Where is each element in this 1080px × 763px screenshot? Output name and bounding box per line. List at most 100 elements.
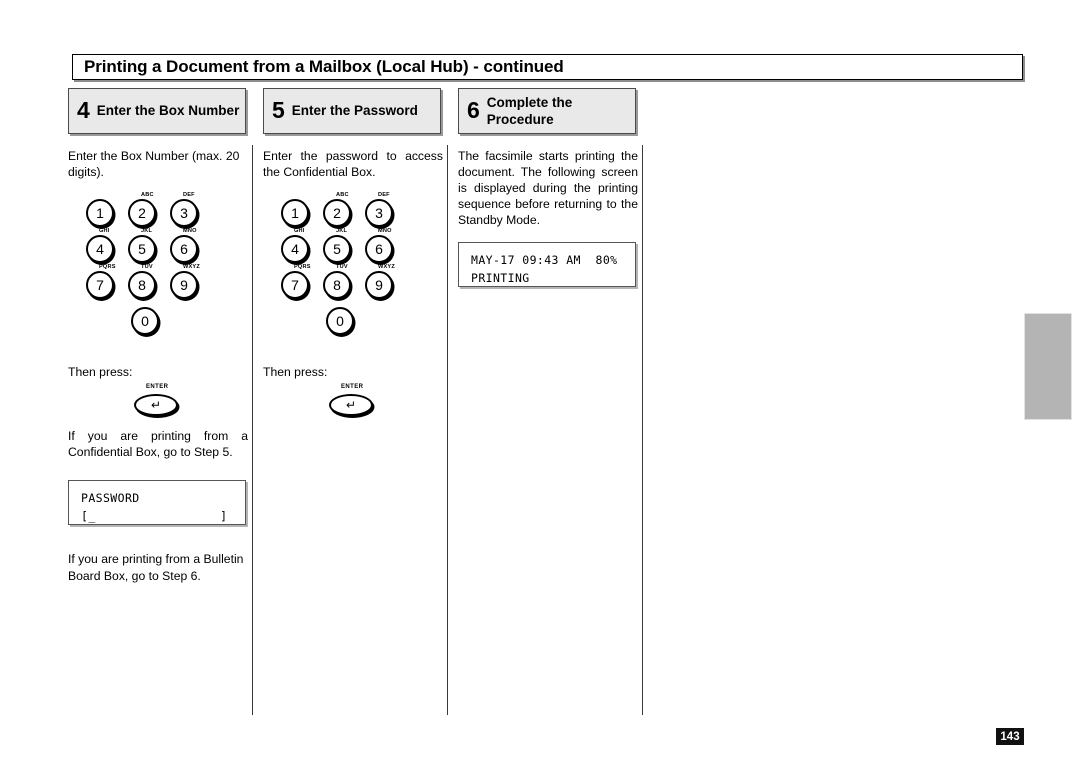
keypad-key-6-digit: 6 <box>170 235 198 264</box>
keypad-key-9[interactable]: WXYZ 9 <box>365 264 399 300</box>
step-number-6: 6 <box>467 97 480 123</box>
numeric-keypad-step5[interactable]: 1 ABC 2 DEF 3 GHI 4 JKL 5 MNO 6 PQRS 7 T… <box>281 192 407 336</box>
keypad-key-6-letters: MNO <box>183 228 197 235</box>
step-5-then-press-label: Then press: <box>263 365 328 380</box>
enter-key-group-step4: ENTER ↵ <box>68 384 248 428</box>
keypad-key-4-digit: 4 <box>86 235 114 264</box>
keypad-key-2[interactable]: ABC 2 <box>128 192 162 228</box>
keypad-key-2[interactable]: ABC 2 <box>323 192 357 228</box>
keypad-key-7-digit: 7 <box>281 271 309 300</box>
keypad-key-6[interactable]: MNO 6 <box>170 228 204 264</box>
lcd-printing-line-1: MAY-17 09:43 AM 80% <box>471 253 618 268</box>
lcd-display-password: PASSWORD [_ ] <box>68 480 246 526</box>
lcd-password-line-2: [_ ] <box>81 509 228 524</box>
keypad-row-4: 0 <box>86 302 212 336</box>
enter-key-group-step5: ENTER ↵ <box>263 384 443 428</box>
keypad-key-2-letters: ABC <box>336 192 349 199</box>
page-title: Printing a Document from a Mailbox (Loca… <box>84 57 564 76</box>
keypad-key-4-letters: GHI <box>294 228 305 235</box>
keypad-key-1[interactable]: 1 <box>281 194 315 228</box>
keypad-key-3-digit: 3 <box>365 199 393 228</box>
step-5-intro-text: Enter the password to access the Confide… <box>263 149 443 180</box>
numeric-keypad-step4[interactable]: 1 ABC 2 DEF 3 GHI 4 JKL 5 MNO 6 PQRS 7 T… <box>86 192 212 336</box>
keypad-key-8[interactable]: TUV 8 <box>323 264 357 300</box>
step-header-6: 6 Complete the Procedure <box>458 88 636 134</box>
lcd-printing-line-2: PRINTING <box>471 271 530 286</box>
keypad-key-5[interactable]: JKL 5 <box>323 228 357 264</box>
page-number-badge: 143 <box>996 728 1024 745</box>
keypad-key-1-digit: 1 <box>281 199 309 228</box>
step-4-column: Enter the Box Number (max. 20 digits). 1… <box>68 148 248 588</box>
return-arrow-icon: ↵ <box>150 397 162 412</box>
column-divider-1 <box>252 145 253 715</box>
keypad-row-2: GHI 4 JKL 5 MNO 6 <box>281 228 407 264</box>
step-6-intro-text: The facsimile starts printing the docume… <box>458 149 638 228</box>
keypad-row-1: 1 ABC 2 DEF 3 <box>281 192 407 228</box>
keypad-key-2-digit: 2 <box>128 199 156 228</box>
keypad-key-8-digit: 8 <box>323 271 351 300</box>
keypad-key-7-digit: 7 <box>86 271 114 300</box>
step-4-intro-text: Enter the Box Number (max. 20 digits). <box>68 149 240 180</box>
keypad-key-7-letters: PQRS <box>294 264 311 271</box>
keypad-key-9-digit: 9 <box>365 271 393 300</box>
return-arrow-icon: ↵ <box>345 397 357 412</box>
step-header-5: 5 Enter the Password <box>263 88 441 134</box>
keypad-key-5-digit: 5 <box>128 235 156 264</box>
keypad-key-7[interactable]: PQRS 7 <box>86 264 120 300</box>
page-title-bar: Printing a Document from a Mailbox (Loca… <box>72 54 1023 80</box>
keypad-key-9[interactable]: WXYZ 9 <box>170 264 204 300</box>
keypad-key-5-letters: JKL <box>141 228 153 235</box>
keypad-row-4: 0 <box>281 302 407 336</box>
keypad-key-6[interactable]: MNO 6 <box>365 228 399 264</box>
keypad-key-9-digit: 9 <box>170 271 198 300</box>
keypad-key-3[interactable]: DEF 3 <box>365 192 399 228</box>
keypad-key-3-letters: DEF <box>183 192 195 199</box>
keypad-key-8-letters: TUV <box>336 264 348 271</box>
step-5-column: Enter the password to access the Confide… <box>263 148 443 428</box>
keypad-key-7-letters: PQRS <box>99 264 116 271</box>
keypad-key-5-letters: JKL <box>336 228 348 235</box>
keypad-key-0-digit: 0 <box>326 307 354 336</box>
enter-key-label-step4: ENTER <box>146 384 169 391</box>
enter-button-step4[interactable]: ↵ <box>134 394 178 417</box>
keypad-key-0[interactable]: 0 <box>131 302 165 336</box>
keypad-key-9-letters: WXYZ <box>378 264 395 271</box>
step-label-6: Complete the Procedure <box>486 94 573 127</box>
enter-button-step5[interactable]: ↵ <box>329 394 373 417</box>
keypad-row-3: PQRS 7 TUV 8 WXYZ 9 <box>86 264 212 300</box>
step-number-4: 4 <box>77 97 90 123</box>
keypad-row-3: PQRS 7 TUV 8 WXYZ 9 <box>281 264 407 300</box>
keypad-key-8-digit: 8 <box>128 271 156 300</box>
lcd-password-line-1: PASSWORD <box>81 491 140 506</box>
column-divider-3 <box>642 145 643 715</box>
keypad-key-1-digit: 1 <box>86 199 114 228</box>
step-4-then-press-label: Then press: <box>68 365 133 380</box>
keypad-key-6-digit: 6 <box>365 235 393 264</box>
keypad-key-3[interactable]: DEF 3 <box>170 192 204 228</box>
keypad-key-4[interactable]: GHI 4 <box>86 228 120 264</box>
keypad-key-9-letters: WXYZ <box>183 264 200 271</box>
step-label-5: Enter the Password <box>291 103 418 119</box>
step-number-5: 5 <box>272 97 285 123</box>
keypad-key-5-digit: 5 <box>323 235 351 264</box>
keypad-key-1[interactable]: 1 <box>86 194 120 228</box>
keypad-key-0-digit: 0 <box>131 307 159 336</box>
keypad-key-7[interactable]: PQRS 7 <box>281 264 315 300</box>
keypad-key-4[interactable]: GHI 4 <box>281 228 315 264</box>
keypad-key-3-digit: 3 <box>170 199 198 228</box>
keypad-key-8-letters: TUV <box>141 264 153 271</box>
keypad-key-4-digit: 4 <box>281 235 309 264</box>
step-header-4: 4 Enter the Box Number <box>68 88 246 134</box>
keypad-key-0[interactable]: 0 <box>326 302 360 336</box>
step-6-column: The facsimile starts printing the docume… <box>458 148 638 288</box>
step-label-4: Enter the Box Number <box>96 103 240 119</box>
keypad-key-3-letters: DEF <box>378 192 390 199</box>
step-4-confidential-note: If you are printing from a Confidential … <box>68 429 248 460</box>
keypad-key-6-letters: MNO <box>378 228 392 235</box>
keypad-row-1: 1 ABC 2 DEF 3 <box>86 192 212 228</box>
keypad-key-5[interactable]: JKL 5 <box>128 228 162 264</box>
enter-key-label-step5: ENTER <box>341 384 364 391</box>
keypad-key-8[interactable]: TUV 8 <box>128 264 162 300</box>
